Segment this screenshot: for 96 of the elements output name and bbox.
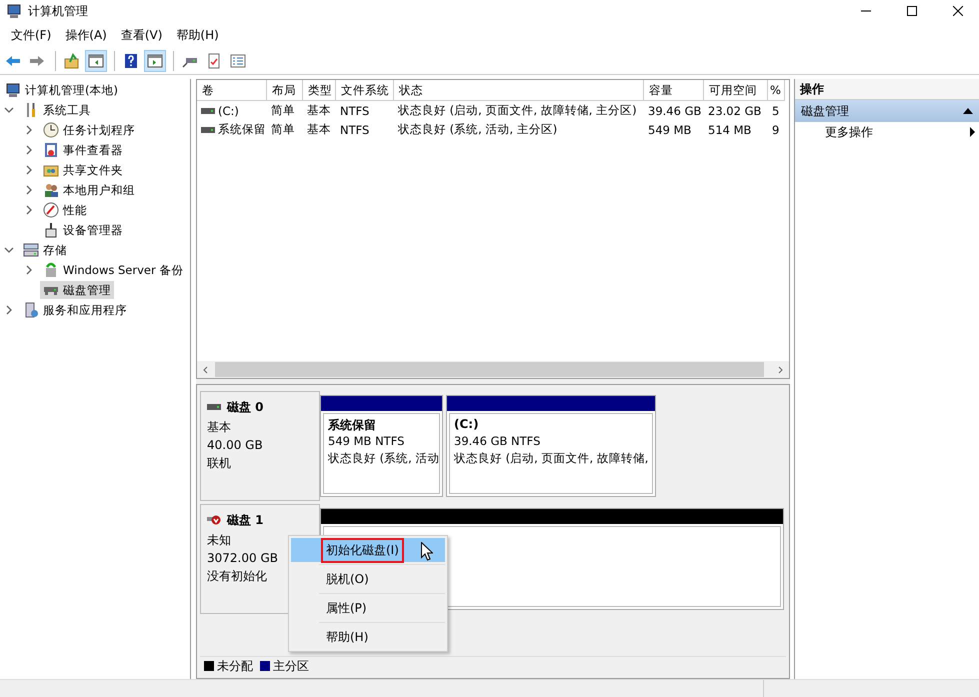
table-cell: 状态良好 (启动, 页面文件, 故障转储, 主分区) (398, 103, 637, 118)
computer-icon (6, 3, 22, 19)
expander-icon[interactable] (4, 305, 14, 315)
table-cell: 5 (772, 104, 780, 118)
table-cell: 简单 (271, 122, 295, 137)
tree-item[interactable]: 磁盘管理 (40, 281, 114, 299)
table-cell: 状态良好 (系统, 活动, 主分区) (398, 122, 558, 137)
column-header[interactable]: 类型 (303, 80, 336, 101)
table-cell: 基本 (307, 103, 331, 118)
disk-info: 未知 (207, 532, 232, 549)
expander-icon[interactable] (4, 245, 14, 255)
tree-item[interactable]: 服务和应用程序 (20, 301, 130, 319)
table-cell: 549 MB (648, 122, 692, 136)
tree-pane-icon[interactable] (85, 50, 107, 72)
expander-icon[interactable] (24, 125, 34, 135)
collapse-arrow-icon[interactable] (963, 108, 973, 114)
disk-label-panel[interactable]: 磁盘 0 基本 40.00 GB 联机 (200, 391, 320, 501)
drive-icon (207, 404, 221, 410)
disk-name: 磁盘 0 (227, 398, 264, 416)
expander-icon[interactable] (24, 145, 34, 155)
table-cell: 23.02 GB (708, 104, 762, 118)
partition-name: (C:) (454, 417, 480, 433)
partition-status: 状态良好 (启动, 页面文件, 故障转储, (454, 451, 648, 467)
menu-item[interactable]: 帮助(H) (169, 24, 226, 46)
expander-icon[interactable] (24, 165, 34, 175)
tree-item[interactable]: Windows Server 备份 (40, 261, 186, 279)
disk-info: 没有初始化 (207, 568, 268, 585)
partition-name: 系统保留 (328, 417, 377, 434)
clock-icon (43, 122, 59, 138)
storage-icon (23, 242, 39, 258)
scroll-thumb[interactable] (215, 362, 764, 377)
log-book-icon (43, 142, 59, 158)
disk-name: 磁盘 1 (227, 512, 264, 528)
disk-info: 联机 (207, 455, 232, 472)
table-cell: 9 (772, 122, 780, 136)
partition-block[interactable]: (C:) 39.46 GB NTFS 状态良好 (启动, 页面文件, 故障转储, (446, 395, 656, 497)
computer-icon (5, 82, 21, 98)
gauge-icon (43, 202, 59, 218)
tree-item[interactable]: 计算机管理(本地) (2, 81, 121, 99)
column-header[interactable]: 状态 (394, 80, 644, 101)
disk-info: 基本 (207, 419, 232, 436)
partition-size: 39.46 GB NTFS (454, 434, 542, 450)
expander-icon[interactable] (24, 185, 34, 195)
disk-info: 40.00 GB (207, 437, 264, 454)
menu-item[interactable]: 帮助(H) (291, 625, 445, 649)
action-pane-header: 操作 (795, 79, 979, 100)
tree-item[interactable]: 任务计划程序 (40, 121, 138, 139)
tree-item[interactable]: 设备管理器 (40, 221, 126, 239)
tree-item[interactable]: 性能 (40, 201, 90, 219)
submenu-arrow-icon (970, 127, 975, 137)
expander-icon[interactable] (24, 205, 34, 215)
tree-item[interactable]: 事件查看器 (40, 141, 126, 159)
column-header[interactable]: 文件系统 (336, 80, 394, 101)
table-cell: 基本 (307, 122, 331, 137)
table-cell: NTFS (340, 122, 370, 136)
menu-item[interactable]: 文件(F) (4, 24, 58, 46)
table-cell: 系统保留 (218, 122, 266, 137)
table-cell: 514 MB (708, 122, 752, 136)
close-icon[interactable] (953, 6, 963, 16)
table-cell: NTFS (340, 104, 370, 118)
menu-item[interactable]: 查看(V) (114, 24, 170, 46)
action-section-header[interactable]: 磁盘管理 (795, 100, 979, 122)
legend-label: 未分配 (217, 658, 253, 674)
menu-item[interactable]: 操作(A) (58, 24, 114, 46)
disk-info: 3072.00 GB (207, 550, 279, 567)
action-item[interactable]: 更多操作 (795, 122, 979, 142)
users-icon (43, 182, 59, 198)
backup-icon (43, 262, 59, 278)
table-cell: 简单 (271, 103, 295, 118)
column-header[interactable]: 卷 (197, 80, 267, 101)
partition-size: 549 MB NTFS (328, 434, 406, 450)
device-icon (43, 222, 59, 238)
server-icon (23, 302, 39, 318)
table-cell: (C:) (218, 104, 239, 118)
action-pane-icon[interactable] (144, 50, 166, 72)
drive-icon (201, 108, 215, 114)
drive-error-icon (207, 515, 221, 525)
maximize-icon[interactable] (907, 6, 917, 16)
tree-item[interactable]: 本地用户和组 (40, 181, 138, 199)
expander-icon[interactable] (4, 105, 14, 115)
column-header[interactable]: % (768, 80, 785, 101)
window-title: 计算机管理 (28, 2, 88, 20)
column-header[interactable]: 布局 (267, 80, 303, 101)
menu-item[interactable]: 初始化磁盘(I) (291, 538, 445, 562)
table-cell: 39.46 GB (648, 104, 702, 118)
tree-item[interactable]: 系统工具 (20, 101, 94, 119)
column-header[interactable]: 可用空间 (704, 80, 768, 101)
partition-block[interactable]: 系统保留 549 MB NTFS 状态良好 (系统, 活动 (320, 395, 443, 497)
tree-item[interactable]: 存储 (20, 241, 70, 259)
horizontal-scrollbar[interactable] (197, 361, 789, 378)
legend-label: 主分区 (273, 658, 309, 674)
expander-icon[interactable] (24, 265, 34, 275)
mouse-pointer-icon (421, 542, 433, 561)
drive-icon (201, 126, 215, 132)
tree-item[interactable]: 共享文件夹 (40, 161, 126, 179)
column-header[interactable]: 容量 (644, 80, 704, 101)
